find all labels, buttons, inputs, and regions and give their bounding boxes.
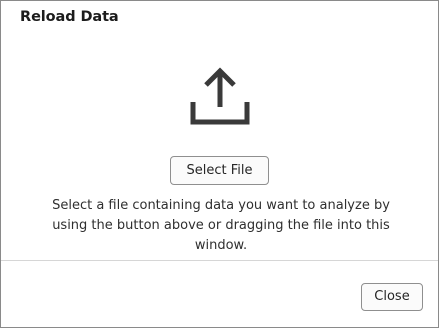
close-button[interactable]: Close [361, 283, 423, 311]
footer-divider [1, 260, 438, 261]
dialog-title: Reload Data [20, 9, 119, 25]
reload-data-dialog: Reload Data Select File Select a file co… [0, 0, 439, 328]
instructions-text: Select a file containing data you want t… [52, 198, 390, 253]
select-file-button[interactable]: Select File [170, 156, 269, 185]
upload-icon [190, 67, 250, 125]
